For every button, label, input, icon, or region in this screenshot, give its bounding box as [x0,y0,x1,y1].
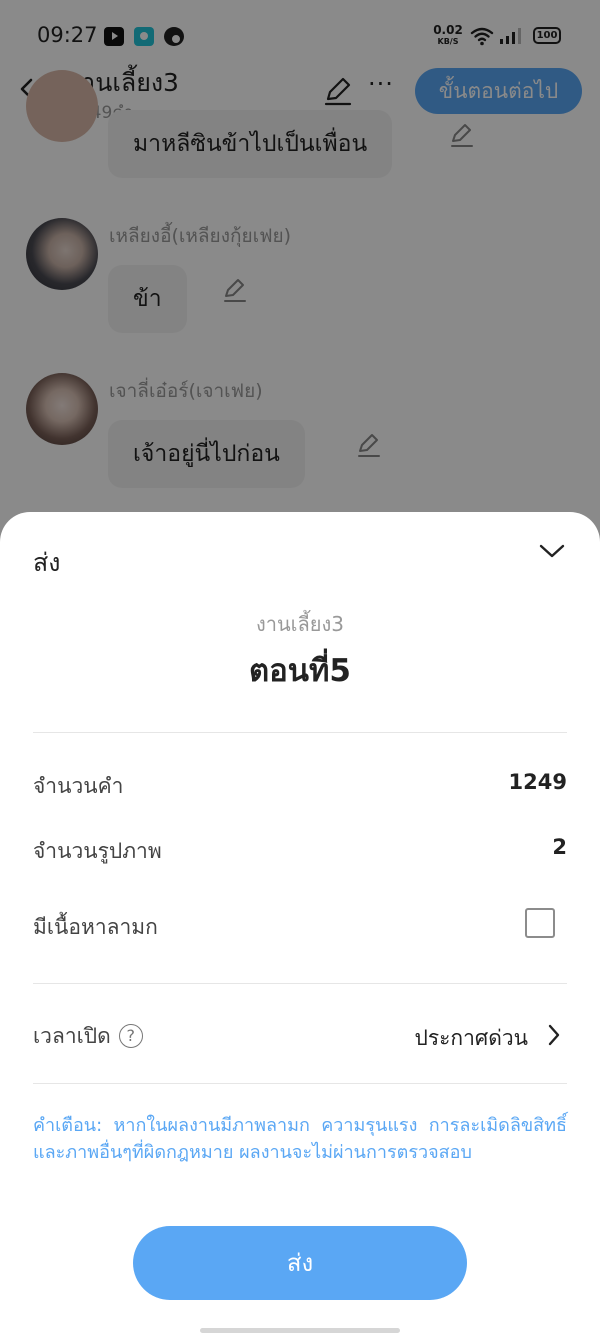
word-count-value: 1249 [508,770,567,794]
help-icon[interactable]: ? [118,1024,143,1048]
warning-text: คำเตือน: หากในผลงานมีภาพลามก ความรุนแรง … [33,1115,567,1163]
chevron-down-icon[interactable] [539,542,565,560]
chevron-right-icon[interactable] [547,1024,561,1046]
work-title: งานเลี้ยง3 [256,612,344,636]
adult-content-label: มีเนื้อหาลามก [33,915,158,939]
divider [33,732,567,733]
word-count-label: จำนวนคำ [33,774,124,798]
open-time-value[interactable]: ประกาศด่วน [414,1022,528,1055]
open-time-row: เวลาเปิด? [33,1020,143,1053]
open-time-label: เวลาเปิด [33,1024,111,1048]
divider [33,1083,567,1084]
divider [33,983,567,984]
send-button[interactable]: ส่ง [133,1226,467,1300]
sheet-title: ส่ง [33,548,61,577]
image-count-label: จำนวนรูปภาพ [33,839,162,863]
image-count-value: 2 [552,835,567,859]
home-indicator [200,1328,400,1333]
submit-sheet: ส่ง งานเลี้ยง3 ตอนที่5 จำนวนคำ 1249 จำนว… [0,512,600,1333]
adult-content-checkbox[interactable] [525,908,555,938]
screen: 09:27 0.02 KB/S 100 งานเลี้ยง3 1249คำ ··… [0,0,600,1333]
chapter-title: ตอนที่5 [249,653,351,689]
